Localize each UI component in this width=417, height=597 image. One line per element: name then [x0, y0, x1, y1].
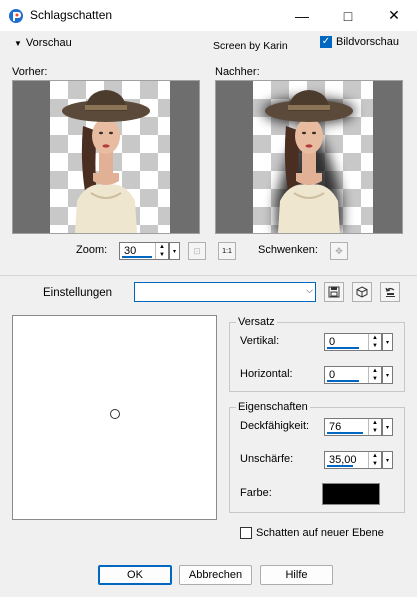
horizontal-slider-bar — [327, 380, 359, 382]
preset-manager-button[interactable] — [352, 282, 372, 302]
window-title: Schlagschatten — [30, 8, 113, 22]
color-label: Farbe: — [240, 487, 272, 499]
properties-group-title: Eigenschaften — [236, 401, 310, 413]
pan-label: Schwenken: — [258, 244, 318, 256]
portrait-image — [62, 90, 150, 233]
maximize-button[interactable]: □ — [325, 0, 371, 31]
spin-arrows-icon[interactable]: ▲ ▼ — [368, 334, 381, 350]
show-preview-label: Bildvorschau — [336, 36, 399, 48]
reset-icon — [385, 287, 395, 297]
blur-dropdown-arrow-icon[interactable]: ▾ — [382, 451, 393, 469]
checkbox-box — [240, 527, 252, 539]
horizontal-label: Horizontal: — [240, 368, 293, 380]
pan-button[interactable]: ✥ — [330, 242, 348, 260]
vertical-spinbox[interactable]: 0 ▲ ▼ — [324, 333, 382, 351]
zoom-fit-button[interactable]: ⊡ — [188, 242, 206, 260]
divider — [0, 275, 417, 276]
spin-arrows-icon[interactable]: ▲ ▼ — [155, 243, 168, 259]
offset-canvas[interactable] — [12, 315, 217, 520]
minimize-button[interactable]: — — [279, 0, 325, 31]
help-button[interactable]: Hilfe — [260, 565, 333, 585]
vertical-dropdown-arrow-icon[interactable]: ▾ — [382, 333, 393, 351]
offset-handle[interactable] — [110, 409, 120, 419]
spin-arrows-icon[interactable]: ▲ ▼ — [368, 367, 381, 383]
chevron-down-icon: ⌵ — [306, 285, 313, 295]
opacity-spinbox[interactable]: 76 ▲ ▼ — [324, 418, 382, 436]
zoom-spinbox[interactable]: 30 ▲ ▼ — [119, 242, 169, 260]
cube-icon — [356, 286, 368, 298]
vertical-label: Vertikal: — [240, 335, 280, 347]
maximize-icon: □ — [343, 7, 353, 24]
minimize-icon: — — [295, 7, 309, 24]
zoom-fit-icon: ⊡ — [193, 245, 201, 256]
opacity-dropdown-arrow-icon[interactable]: ▾ — [382, 418, 393, 436]
zoom-dropdown-arrow-icon[interactable]: ▾ — [169, 242, 180, 260]
opacity-slider-bar — [327, 432, 363, 434]
horizontal-spinbox[interactable]: 0 ▲ ▼ — [324, 366, 382, 384]
vertical-slider-bar — [327, 347, 359, 349]
blur-label: Unschärfe: — [240, 453, 294, 465]
after-preview[interactable] — [215, 80, 403, 234]
actual-size-icon: 1:1 — [222, 247, 232, 255]
preview-toggle[interactable]: ▼ Vorschau — [14, 37, 72, 49]
horizontal-dropdown-arrow-icon[interactable]: ▾ — [382, 366, 393, 384]
shadow-new-layer-checkbox[interactable]: Schatten auf neuer Ebene — [240, 527, 384, 539]
ok-button[interactable]: OK — [98, 565, 172, 585]
checkmark-icon: ✓ — [320, 36, 332, 48]
offset-group-title: Versatz — [236, 316, 277, 328]
settings-combobox[interactable]: ⌵ — [134, 282, 316, 302]
close-button[interactable]: ✕ — [371, 0, 417, 31]
zoom-label: Zoom: — [76, 244, 108, 256]
before-preview[interactable] — [12, 80, 200, 234]
credit-text: Screen by Karin — [213, 40, 288, 52]
shadow-new-layer-label: Schatten auf neuer Ebene — [256, 527, 384, 539]
cancel-button[interactable]: Abbrechen — [179, 565, 252, 585]
zoom-slider-bar — [122, 256, 152, 258]
spin-arrows-icon[interactable]: ▲ ▼ — [368, 419, 381, 435]
blur-spinbox[interactable]: 35,00 ▲ ▼ — [324, 451, 382, 469]
shadow-color-swatch[interactable] — [322, 483, 380, 505]
settings-label: Einstellungen — [43, 287, 113, 299]
opacity-label: Deckfähigkeit: — [240, 420, 310, 432]
close-icon: ✕ — [388, 7, 400, 23]
save-preset-button[interactable] — [324, 282, 344, 302]
after-label: Nachher: — [215, 66, 260, 78]
preview-toggle-label: Vorschau — [25, 37, 72, 49]
reset-button[interactable] — [380, 282, 400, 302]
show-preview-checkbox[interactable]: ✓ Bildvorschau — [320, 36, 399, 48]
spin-arrows-icon[interactable]: ▲ ▼ — [368, 452, 381, 468]
caret-down-icon: ▼ — [14, 38, 22, 48]
save-icon — [328, 286, 340, 298]
app-icon — [8, 8, 24, 24]
move-icon: ✥ — [335, 245, 343, 256]
zoom-actual-size-button[interactable]: 1:1 — [218, 242, 236, 260]
blur-slider-bar — [327, 465, 353, 467]
portrait-with-shadow-image — [263, 90, 355, 233]
title-bar: Schlagschatten — □ ✕ — [0, 0, 417, 31]
before-label: Vorher: — [12, 66, 48, 78]
